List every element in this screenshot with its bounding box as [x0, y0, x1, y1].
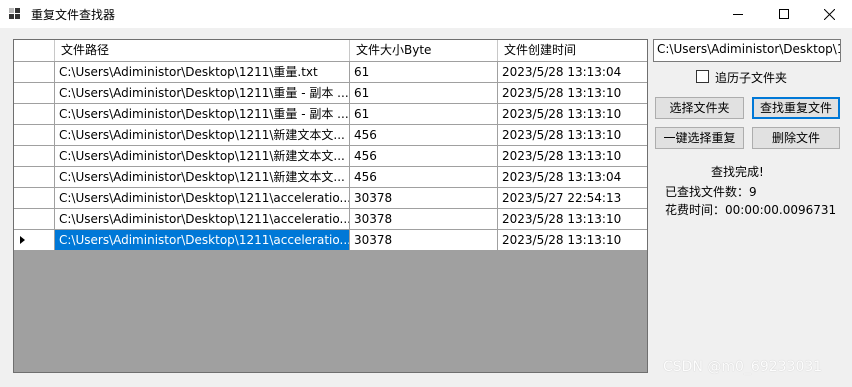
recurse-checkbox-label[interactable]: 追历子文件夹: [715, 69, 787, 86]
minimize-icon: [733, 14, 743, 15]
created-cell[interactable]: 2023/5/28 13:13:10: [498, 125, 647, 145]
current-row-arrow-icon: [20, 236, 25, 244]
header-file-size[interactable]: 文件大小Byte: [350, 40, 498, 61]
row-header-cell[interactable]: [14, 62, 55, 82]
row-header-cell[interactable]: [14, 230, 55, 250]
path-cell[interactable]: C:\Users\Adiministor\Desktop\1211\重量.txt: [55, 62, 350, 82]
grid-header: 文件路径 文件大小Byte 文件创建时间: [14, 40, 647, 62]
status-text: 查找完成!: [711, 165, 764, 179]
created-cell[interactable]: 2023/5/28 13:13:04: [498, 62, 647, 82]
window-title: 重复文件查找器: [31, 8, 116, 22]
size-cell[interactable]: 61: [350, 83, 498, 103]
header-row-selector[interactable]: [14, 40, 55, 61]
table-row[interactable]: C:\Users\Adiministor\Desktop\1211\accele…: [14, 188, 647, 209]
created-cell[interactable]: 2023/5/28 13:13:10: [498, 83, 647, 103]
close-button[interactable]: [806, 0, 852, 28]
created-cell[interactable]: 2023/5/28 13:13:10: [498, 104, 647, 124]
select-folder-button[interactable]: 选择文件夹: [655, 97, 744, 119]
table-row[interactable]: C:\Users\Adiministor\Desktop\1211\重量 - 副…: [14, 83, 647, 104]
created-cell[interactable]: 2023/5/28 13:13:10: [498, 209, 647, 229]
created-cell[interactable]: 2023/5/28 13:13:10: [498, 146, 647, 166]
path-cell[interactable]: C:\Users\Adiministor\Desktop\1211\重量 - 副…: [55, 83, 350, 103]
path-cell[interactable]: C:\Users\Adiministor\Desktop\1211\新建文本文.…: [55, 146, 350, 166]
watermark: CSDN @m0_69233031: [663, 359, 823, 375]
row-header-cell[interactable]: [14, 167, 55, 187]
row-header-cell[interactable]: [14, 188, 55, 208]
table-row[interactable]: C:\Users\Adiministor\Desktop\1211\accele…: [14, 209, 647, 230]
path-cell[interactable]: C:\Users\Adiministor\Desktop\1211\新建文本文.…: [55, 125, 350, 145]
minimize-button[interactable]: [715, 0, 761, 28]
created-cell[interactable]: 2023/5/27 22:54:13: [498, 188, 647, 208]
header-file-path[interactable]: 文件路径: [55, 40, 350, 61]
app-icon: [9, 8, 20, 19]
close-icon: [823, 8, 835, 20]
table-row[interactable]: C:\Users\Adiministor\Desktop\1211\新建文本文.…: [14, 146, 647, 167]
size-cell[interactable]: 456: [350, 167, 498, 187]
maximize-icon: [779, 9, 789, 19]
size-cell[interactable]: 30378: [350, 209, 498, 229]
find-duplicates-button[interactable]: 查找重复文件: [752, 97, 840, 119]
size-cell[interactable]: 30378: [350, 230, 498, 250]
size-cell[interactable]: 61: [350, 62, 498, 82]
row-header-cell[interactable]: [14, 209, 55, 229]
path-cell[interactable]: C:\Users\Adiministor\Desktop\1211\重量 - 副…: [55, 104, 350, 124]
header-created-time[interactable]: 文件创建时间: [498, 40, 647, 61]
grid-rows: C:\Users\Adiministor\Desktop\1211\重量.txt…: [14, 62, 647, 251]
maximize-button[interactable]: [761, 0, 807, 28]
table-row[interactable]: C:\Users\Adiministor\Desktop\1211\新建文本文.…: [14, 125, 647, 146]
table-row[interactable]: C:\Users\Adiministor\Desktop\1211\accele…: [14, 230, 647, 251]
table-row[interactable]: C:\Users\Adiministor\Desktop\1211\重量 - 副…: [14, 104, 647, 125]
path-cell[interactable]: C:\Users\Adiministor\Desktop\1211\accele…: [55, 209, 350, 229]
created-cell[interactable]: 2023/5/28 13:13:04: [498, 167, 647, 187]
row-header-cell[interactable]: [14, 146, 55, 166]
delete-files-button[interactable]: 删除文件: [752, 127, 840, 149]
table-row[interactable]: C:\Users\Adiministor\Desktop\1211\重量.txt…: [14, 62, 647, 83]
row-header-cell[interactable]: [14, 104, 55, 124]
elapsed-time-text: 花费时间：00:00:00.0096731: [665, 203, 837, 217]
size-cell[interactable]: 456: [350, 146, 498, 166]
path-cell[interactable]: C:\Users\Adiministor\Desktop\1211\accele…: [55, 188, 350, 208]
file-grid[interactable]: 文件路径 文件大小Byte 文件创建时间 C:\Users\Adiministo…: [13, 39, 648, 373]
title-bar: 重复文件查找器: [0, 0, 852, 28]
file-count-text: 已查找文件数：9: [665, 185, 757, 199]
row-header-cell[interactable]: [14, 125, 55, 145]
recurse-checkbox[interactable]: [696, 70, 709, 83]
size-cell[interactable]: 61: [350, 104, 498, 124]
created-cell[interactable]: 2023/5/28 13:13:10: [498, 230, 647, 250]
size-cell[interactable]: 456: [350, 125, 498, 145]
select-duplicates-button[interactable]: 一键选择重复: [655, 127, 744, 149]
table-row[interactable]: C:\Users\Adiministor\Desktop\1211\新建文本文.…: [14, 167, 647, 188]
row-header-cell[interactable]: [14, 83, 55, 103]
path-cell[interactable]: C:\Users\Adiministor\Desktop\1211\accele…: [55, 230, 350, 250]
size-cell[interactable]: 30378: [350, 188, 498, 208]
folder-path-input[interactable]: C:\Users\Adiministor\Desktop\1211: [653, 39, 841, 62]
path-cell[interactable]: C:\Users\Adiministor\Desktop\1211\新建文本文.…: [55, 167, 350, 187]
